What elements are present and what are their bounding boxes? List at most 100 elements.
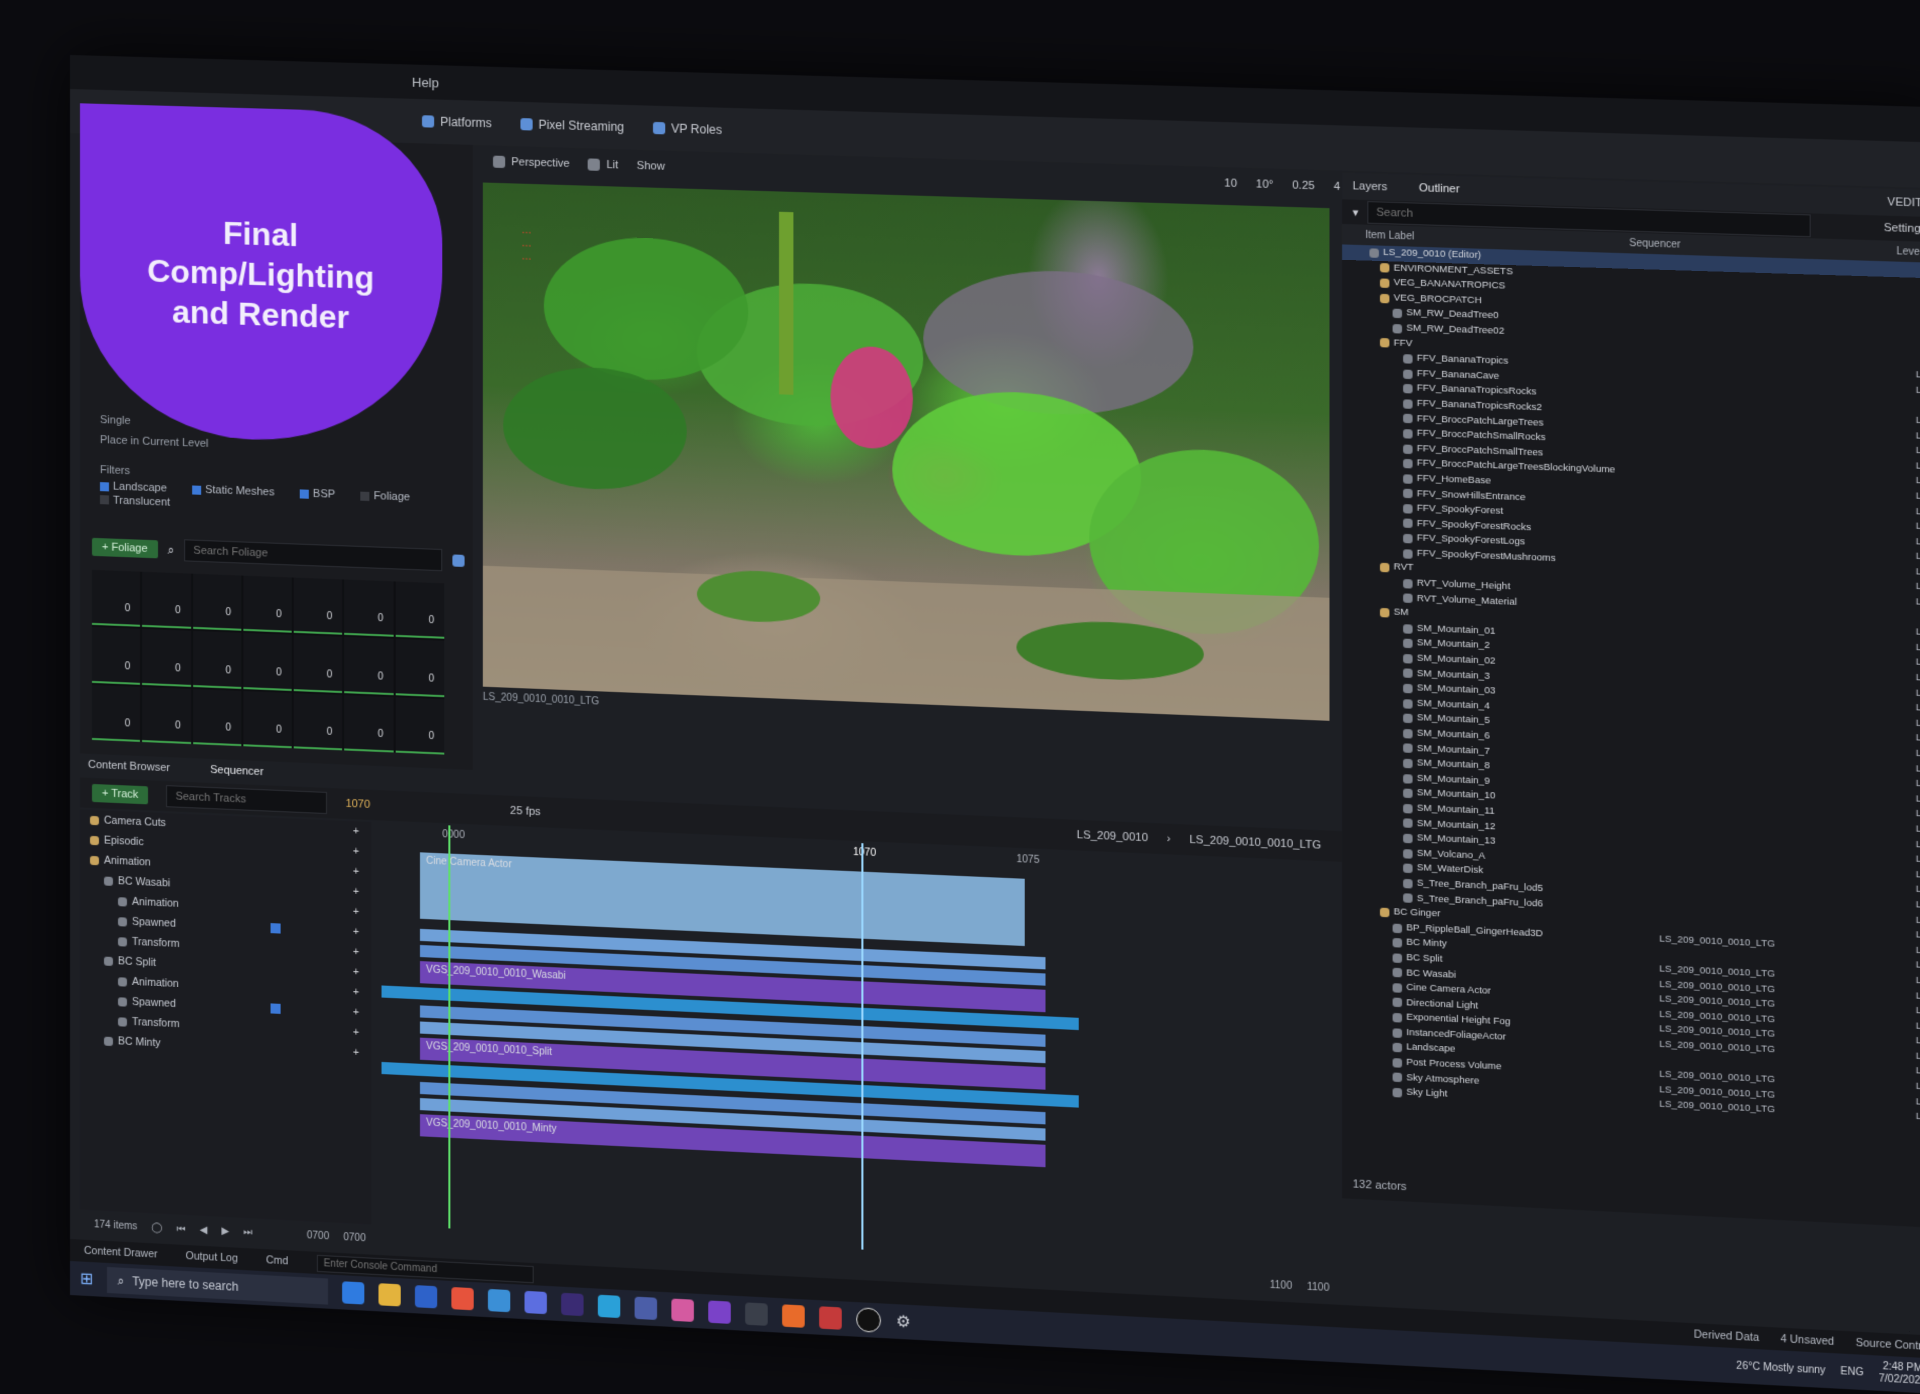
paint-brush-icon[interactable] — [452, 554, 465, 567]
weather[interactable]: 26°C Mostly sunny — [1736, 1360, 1825, 1376]
lit-button[interactable]: Lit — [588, 158, 618, 171]
file-explorer-icon[interactable] — [378, 1283, 402, 1307]
app-icon[interactable] — [745, 1302, 769, 1326]
playhead[interactable] — [861, 843, 864, 1250]
tab-layers[interactable]: Layers — [1353, 180, 1388, 193]
tab-outliner[interactable]: Outliner — [1419, 182, 1460, 196]
foliage-type-cell[interactable]: 0 — [293, 692, 343, 751]
app-icon[interactable] — [415, 1285, 438, 1309]
foliage-type-cell[interactable]: 0 — [243, 690, 292, 749]
filter-foliage[interactable]: Foliage — [360, 490, 410, 504]
foliage-type-cell[interactable]: 0 — [293, 577, 343, 636]
app-icon[interactable] — [708, 1300, 732, 1324]
app-icon[interactable] — [819, 1306, 843, 1330]
derived-data-button[interactable]: Derived Data — [1694, 1328, 1759, 1344]
taskbar-search[interactable]: ⌕ Type here to search — [107, 1266, 329, 1305]
filter-translucent[interactable]: Translucent — [99, 494, 170, 508]
edge-icon[interactable] — [342, 1281, 365, 1305]
foliage-type-cell[interactable]: 0 — [91, 569, 141, 628]
working-start[interactable]: 0700 — [343, 1232, 365, 1244]
play-reverse-icon[interactable]: ◀ — [200, 1224, 208, 1235]
add-icon[interactable]: + — [353, 1006, 359, 1018]
add-track-button[interactable]: + Track — [91, 783, 149, 805]
perspective-button[interactable]: Perspective — [493, 155, 570, 170]
add-foliage-button[interactable]: + Foliage — [91, 537, 158, 559]
foliage-type-cell[interactable]: 0 — [142, 686, 191, 745]
foliage-type-cell[interactable]: 0 — [192, 631, 242, 689]
add-icon[interactable]: + — [353, 986, 359, 998]
settings-button[interactable]: Settings — [1884, 222, 1920, 236]
pixel-streaming-button[interactable]: Pixel Streaming — [520, 117, 624, 134]
show-button[interactable]: Show — [637, 160, 665, 173]
view-end[interactable]: 1100 — [1270, 1279, 1293, 1291]
content-drawer-button[interactable]: Content Drawer — [84, 1245, 158, 1261]
foliage-type-cell[interactable]: 0 — [243, 633, 292, 691]
col-item-label[interactable]: Item Label — [1342, 229, 1414, 242]
add-icon[interactable]: + — [353, 845, 359, 857]
spawned-checkbox[interactable] — [270, 923, 281, 934]
add-icon[interactable]: + — [353, 865, 359, 877]
grid-size-value[interactable]: 10 — [1224, 177, 1237, 190]
place-in-level-option[interactable]: Place in Current Level — [100, 434, 208, 450]
gear-icon[interactable]: ⚙ — [896, 1311, 911, 1332]
record-icon[interactable]: ◯ — [151, 1222, 162, 1234]
filter-bsp[interactable]: BSP — [299, 487, 335, 501]
chrome-icon[interactable] — [451, 1287, 475, 1311]
view-start[interactable]: 0700 — [307, 1230, 329, 1242]
fps-dropdown[interactable]: 25 fps — [510, 805, 540, 818]
sequence-breadcrumb-root[interactable]: LS_209_0010 — [1077, 829, 1148, 844]
platforms-button[interactable]: Platforms — [422, 114, 492, 130]
cmd-dropdown[interactable]: Cmd — [266, 1254, 288, 1267]
camera-speed-value[interactable]: 4 — [1334, 181, 1340, 193]
foliage-type-cell[interactable]: 0 — [395, 639, 445, 697]
foliage-type-cell[interactable]: 0 — [243, 575, 292, 634]
jump-start-icon[interactable]: ⏮ — [177, 1223, 186, 1234]
language[interactable]: ENG — [1840, 1365, 1863, 1378]
app-icon[interactable] — [671, 1298, 695, 1322]
working-end[interactable]: 1100 — [1307, 1281, 1344, 1294]
firefox-icon[interactable] — [782, 1304, 806, 1328]
filter-landscape[interactable]: Landscape — [99, 480, 167, 495]
single-option[interactable]: Single — [100, 414, 131, 427]
track-search-input[interactable] — [166, 785, 328, 815]
play-icon[interactable]: ▶ — [222, 1225, 230, 1236]
add-icon[interactable]: + — [353, 946, 359, 958]
foliage-type-cell[interactable]: 0 — [293, 635, 343, 693]
app-icon[interactable] — [524, 1290, 548, 1315]
unsaved-button[interactable]: 4 Unsaved — [1780, 1333, 1834, 1348]
foliage-type-cell[interactable]: 0 — [395, 581, 445, 640]
add-icon[interactable]: + — [353, 966, 359, 978]
vp-roles-button[interactable]: VP Roles — [652, 121, 722, 137]
output-log-button[interactable]: Output Log — [186, 1250, 238, 1265]
foliage-type-cell[interactable]: 0 — [344, 637, 394, 695]
sequence-breadcrumb-current[interactable]: LS_209_0010_0010_LTG — [1189, 834, 1342, 853]
source-control-button[interactable]: Source Control — [1856, 1337, 1920, 1353]
foliage-search-input[interactable] — [184, 539, 443, 572]
foliage-type-cell[interactable]: 0 — [395, 696, 445, 755]
premiere-icon[interactable] — [561, 1292, 584, 1317]
angle-snap-value[interactable]: 10° — [1256, 178, 1273, 191]
tab-content-browser[interactable]: Content Browser — [88, 759, 170, 774]
filter-static-meshes[interactable]: Static Meshes — [192, 483, 275, 499]
tab-sequencer[interactable]: Sequencer — [210, 764, 264, 778]
foliage-type-cell[interactable]: 0 — [91, 627, 141, 685]
sequencer-timeline[interactable]: 0000 1070 1075 Cine Camera Actor VGS_209… — [381, 822, 1330, 1274]
add-icon[interactable]: + — [353, 886, 359, 898]
level-viewport[interactable]: … … … — [482, 182, 1330, 721]
foliage-type-cell[interactable]: 0 — [91, 684, 141, 742]
spawned-checkbox[interactable] — [270, 1003, 281, 1014]
foliage-type-cell[interactable]: 0 — [344, 694, 394, 753]
add-icon[interactable]: + — [353, 1026, 359, 1038]
foliage-type-cell[interactable]: 0 — [142, 571, 191, 630]
jump-end-icon[interactable]: ⏭ — [243, 1226, 252, 1238]
scale-snap-value[interactable]: 0.25 — [1292, 179, 1314, 192]
foliage-type-cell[interactable]: 0 — [142, 629, 191, 687]
add-icon[interactable]: + — [353, 1046, 359, 1058]
foliage-type-cell[interactable]: 0 — [192, 688, 242, 747]
add-icon[interactable]: + — [353, 926, 359, 938]
foliage-type-cell[interactable]: 0 — [344, 579, 394, 638]
add-icon[interactable]: + — [353, 825, 359, 837]
filter-icon[interactable]: ▾ — [1353, 205, 1359, 218]
foliage-type-cell[interactable]: 0 — [192, 573, 242, 632]
section-start-marker[interactable] — [448, 825, 451, 1229]
